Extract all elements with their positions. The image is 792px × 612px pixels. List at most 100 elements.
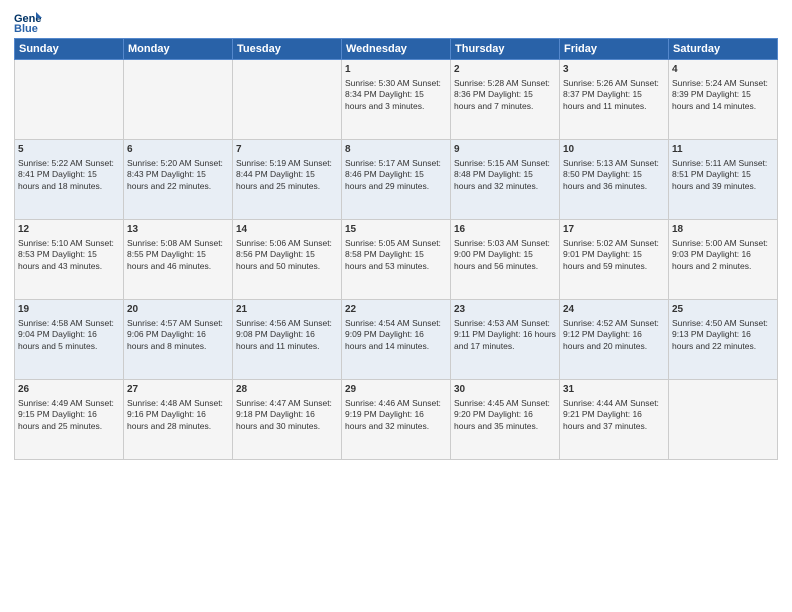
day-cell: 12Sunrise: 5:10 AM Sunset: 8:53 PM Dayli… (15, 220, 124, 300)
day-number: 21 (236, 303, 338, 317)
day-number: 17 (563, 223, 665, 237)
day-info: Sunrise: 4:57 AM Sunset: 9:06 PM Dayligh… (127, 318, 229, 354)
day-cell: 31Sunrise: 4:44 AM Sunset: 9:21 PM Dayli… (560, 380, 669, 460)
day-cell: 10Sunrise: 5:13 AM Sunset: 8:50 PM Dayli… (560, 140, 669, 220)
col-header-tuesday: Tuesday (233, 39, 342, 60)
calendar-page: General Blue SundayMondayTuesdayWednesda… (0, 0, 792, 612)
day-number: 28 (236, 383, 338, 397)
day-cell: 15Sunrise: 5:05 AM Sunset: 8:58 PM Dayli… (342, 220, 451, 300)
col-header-friday: Friday (560, 39, 669, 60)
col-header-sunday: Sunday (15, 39, 124, 60)
day-info: Sunrise: 5:22 AM Sunset: 8:41 PM Dayligh… (18, 158, 120, 194)
day-info: Sunrise: 5:20 AM Sunset: 8:43 PM Dayligh… (127, 158, 229, 194)
day-cell: 13Sunrise: 5:08 AM Sunset: 8:55 PM Dayli… (124, 220, 233, 300)
day-info: Sunrise: 5:19 AM Sunset: 8:44 PM Dayligh… (236, 158, 338, 194)
day-info: Sunrise: 4:46 AM Sunset: 9:19 PM Dayligh… (345, 398, 447, 434)
day-number: 31 (563, 383, 665, 397)
day-info: Sunrise: 4:49 AM Sunset: 9:15 PM Dayligh… (18, 398, 120, 434)
day-cell (669, 380, 778, 460)
day-number: 8 (345, 143, 447, 157)
week-row-5: 26Sunrise: 4:49 AM Sunset: 9:15 PM Dayli… (15, 380, 778, 460)
col-header-monday: Monday (124, 39, 233, 60)
day-number: 1 (345, 63, 447, 77)
day-cell: 6Sunrise: 5:20 AM Sunset: 8:43 PM Daylig… (124, 140, 233, 220)
day-info: Sunrise: 4:58 AM Sunset: 9:04 PM Dayligh… (18, 318, 120, 354)
day-info: Sunrise: 5:06 AM Sunset: 8:56 PM Dayligh… (236, 238, 338, 274)
day-number: 12 (18, 223, 120, 237)
day-number: 13 (127, 223, 229, 237)
day-cell: 5Sunrise: 5:22 AM Sunset: 8:41 PM Daylig… (15, 140, 124, 220)
day-number: 14 (236, 223, 338, 237)
header: General Blue (14, 10, 778, 34)
day-cell: 17Sunrise: 5:02 AM Sunset: 9:01 PM Dayli… (560, 220, 669, 300)
week-row-3: 12Sunrise: 5:10 AM Sunset: 8:53 PM Dayli… (15, 220, 778, 300)
day-info: Sunrise: 4:47 AM Sunset: 9:18 PM Dayligh… (236, 398, 338, 434)
day-number: 30 (454, 383, 556, 397)
day-cell: 1Sunrise: 5:30 AM Sunset: 8:34 PM Daylig… (342, 60, 451, 140)
day-number: 7 (236, 143, 338, 157)
calendar-table: SundayMondayTuesdayWednesdayThursdayFrid… (14, 38, 778, 460)
day-cell: 22Sunrise: 4:54 AM Sunset: 9:09 PM Dayli… (342, 300, 451, 380)
day-number: 15 (345, 223, 447, 237)
day-cell: 23Sunrise: 4:53 AM Sunset: 9:11 PM Dayli… (451, 300, 560, 380)
day-info: Sunrise: 4:48 AM Sunset: 9:16 PM Dayligh… (127, 398, 229, 434)
day-info: Sunrise: 5:00 AM Sunset: 9:03 PM Dayligh… (672, 238, 774, 274)
col-header-thursday: Thursday (451, 39, 560, 60)
day-number: 27 (127, 383, 229, 397)
day-cell: 7Sunrise: 5:19 AM Sunset: 8:44 PM Daylig… (233, 140, 342, 220)
week-row-4: 19Sunrise: 4:58 AM Sunset: 9:04 PM Dayli… (15, 300, 778, 380)
day-cell: 8Sunrise: 5:17 AM Sunset: 8:46 PM Daylig… (342, 140, 451, 220)
day-info: Sunrise: 5:03 AM Sunset: 9:00 PM Dayligh… (454, 238, 556, 274)
day-number: 10 (563, 143, 665, 157)
day-info: Sunrise: 5:11 AM Sunset: 8:51 PM Dayligh… (672, 158, 774, 194)
logo: General Blue (14, 10, 46, 34)
day-cell (15, 60, 124, 140)
day-cell: 4Sunrise: 5:24 AM Sunset: 8:39 PM Daylig… (669, 60, 778, 140)
col-header-wednesday: Wednesday (342, 39, 451, 60)
day-info: Sunrise: 4:52 AM Sunset: 9:12 PM Dayligh… (563, 318, 665, 354)
day-info: Sunrise: 5:15 AM Sunset: 8:48 PM Dayligh… (454, 158, 556, 194)
day-cell: 9Sunrise: 5:15 AM Sunset: 8:48 PM Daylig… (451, 140, 560, 220)
day-number: 6 (127, 143, 229, 157)
day-info: Sunrise: 4:56 AM Sunset: 9:08 PM Dayligh… (236, 318, 338, 354)
day-number: 24 (563, 303, 665, 317)
day-number: 5 (18, 143, 120, 157)
day-number: 18 (672, 223, 774, 237)
day-cell: 16Sunrise: 5:03 AM Sunset: 9:00 PM Dayli… (451, 220, 560, 300)
day-info: Sunrise: 5:13 AM Sunset: 8:50 PM Dayligh… (563, 158, 665, 194)
col-header-saturday: Saturday (669, 39, 778, 60)
day-info: Sunrise: 5:02 AM Sunset: 9:01 PM Dayligh… (563, 238, 665, 274)
week-row-1: 1Sunrise: 5:30 AM Sunset: 8:34 PM Daylig… (15, 60, 778, 140)
day-number: 2 (454, 63, 556, 77)
day-number: 9 (454, 143, 556, 157)
day-cell: 27Sunrise: 4:48 AM Sunset: 9:16 PM Dayli… (124, 380, 233, 460)
day-info: Sunrise: 5:08 AM Sunset: 8:55 PM Dayligh… (127, 238, 229, 274)
day-number: 11 (672, 143, 774, 157)
day-info: Sunrise: 4:44 AM Sunset: 9:21 PM Dayligh… (563, 398, 665, 434)
day-cell: 3Sunrise: 5:26 AM Sunset: 8:37 PM Daylig… (560, 60, 669, 140)
day-number: 19 (18, 303, 120, 317)
day-info: Sunrise: 4:45 AM Sunset: 9:20 PM Dayligh… (454, 398, 556, 434)
day-cell: 18Sunrise: 5:00 AM Sunset: 9:03 PM Dayli… (669, 220, 778, 300)
day-info: Sunrise: 5:30 AM Sunset: 8:34 PM Dayligh… (345, 78, 447, 114)
day-number: 23 (454, 303, 556, 317)
week-row-2: 5Sunrise: 5:22 AM Sunset: 8:41 PM Daylig… (15, 140, 778, 220)
day-cell: 2Sunrise: 5:28 AM Sunset: 8:36 PM Daylig… (451, 60, 560, 140)
day-cell: 24Sunrise: 4:52 AM Sunset: 9:12 PM Dayli… (560, 300, 669, 380)
day-info: Sunrise: 5:28 AM Sunset: 8:36 PM Dayligh… (454, 78, 556, 114)
day-cell (233, 60, 342, 140)
logo-icon: General Blue (14, 10, 42, 34)
day-cell: 29Sunrise: 4:46 AM Sunset: 9:19 PM Dayli… (342, 380, 451, 460)
day-number: 26 (18, 383, 120, 397)
day-number: 4 (672, 63, 774, 77)
day-cell (124, 60, 233, 140)
day-info: Sunrise: 4:54 AM Sunset: 9:09 PM Dayligh… (345, 318, 447, 354)
day-info: Sunrise: 5:17 AM Sunset: 8:46 PM Dayligh… (345, 158, 447, 194)
day-cell: 25Sunrise: 4:50 AM Sunset: 9:13 PM Dayli… (669, 300, 778, 380)
day-info: Sunrise: 5:26 AM Sunset: 8:37 PM Dayligh… (563, 78, 665, 114)
day-info: Sunrise: 4:50 AM Sunset: 9:13 PM Dayligh… (672, 318, 774, 354)
day-number: 22 (345, 303, 447, 317)
day-info: Sunrise: 5:24 AM Sunset: 8:39 PM Dayligh… (672, 78, 774, 114)
day-cell: 19Sunrise: 4:58 AM Sunset: 9:04 PM Dayli… (15, 300, 124, 380)
day-number: 29 (345, 383, 447, 397)
